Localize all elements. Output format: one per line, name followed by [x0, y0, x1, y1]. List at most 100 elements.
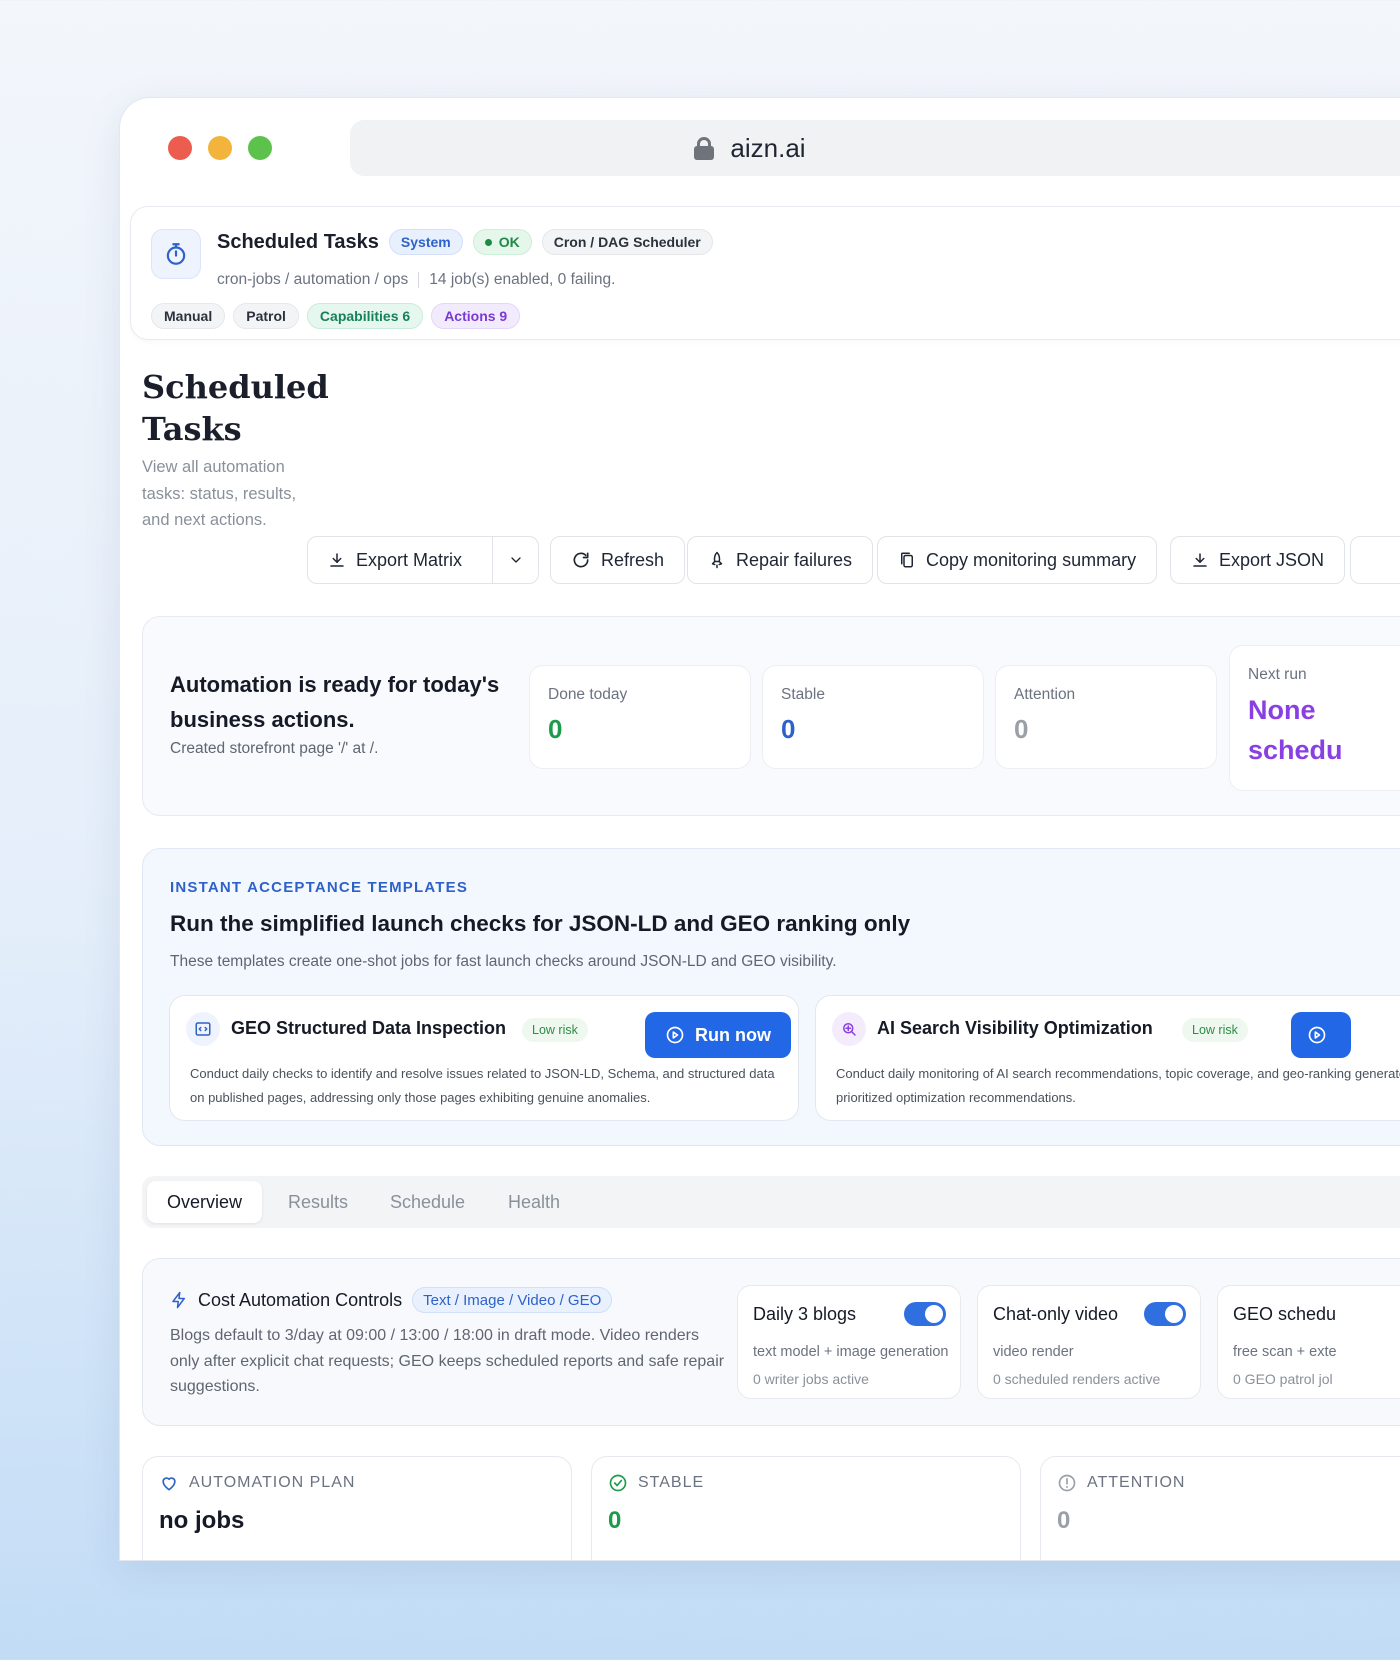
- address-bar[interactable]: aizn.ai: [350, 120, 1400, 176]
- control-card: Daily 3 blogs text model + image generat…: [737, 1285, 961, 1399]
- lock-icon: [694, 137, 715, 160]
- control-title: Daily 3 blogs: [753, 1304, 857, 1324]
- tab-health[interactable]: Health: [508, 1181, 560, 1223]
- done-today-value: 0: [548, 714, 563, 744]
- control-status: 0 GEO patrol jol: [1233, 1371, 1333, 1387]
- attention-summary-header: ATTENTION: [1057, 1473, 1185, 1493]
- status-dot-icon: [484, 238, 492, 246]
- control-card: Chat-only video video render 0 scheduled…: [977, 1285, 1201, 1399]
- template-name: AI Search Visibility Optimization: [877, 1018, 1153, 1038]
- done-today-card: Done today 0: [529, 665, 751, 769]
- run-now-button[interactable]: [1291, 1012, 1351, 1058]
- template-name: GEO Structured Data Inspection: [231, 1018, 507, 1038]
- url-text: aizn.ai: [730, 132, 806, 163]
- tag-manual[interactable]: Manual: [151, 303, 226, 329]
- tag-patrol[interactable]: Patrol: [233, 303, 299, 329]
- automation-plan-card: AUTOMATION PLAN no jobs: [142, 1456, 572, 1560]
- sparkle-search-icon: [832, 1012, 866, 1046]
- attention-label: Attention: [1014, 686, 1076, 703]
- template-description: Conduct daily checks to identify and res…: [190, 1066, 775, 1105]
- templates-subtext: These templates create one-shot jobs for…: [170, 953, 837, 970]
- stable-label: Stable: [781, 686, 825, 703]
- export-matrix-split-button: Export Matrix: [307, 536, 539, 584]
- next-run-value: None schedu: [1248, 695, 1343, 765]
- scheduler-badge: Cron / DAG Scheduler: [541, 229, 713, 255]
- download-icon: [1193, 553, 1207, 567]
- templates-title: Run the simplified launch checks for JSO…: [170, 911, 911, 936]
- stable-card: Stable 0: [762, 665, 984, 769]
- tag-actions[interactable]: Actions 9: [431, 303, 521, 329]
- module-title-row: Scheduled Tasks System OK Cron / DAG Sch…: [217, 229, 713, 255]
- instant-templates-panel: INSTANT ACCEPTANCE TEMPLATES Run the sim…: [142, 848, 1400, 1146]
- copy-icon: [901, 552, 913, 568]
- automation-plan-value: no jobs: [159, 1507, 245, 1534]
- refresh-icon: [573, 552, 589, 568]
- play-circle-icon: [1308, 1026, 1326, 1044]
- refresh-button[interactable]: Refresh: [550, 536, 686, 584]
- attention-value: 0: [1014, 714, 1029, 744]
- templates-eyebrow: INSTANT ACCEPTANCE TEMPLATES: [170, 879, 469, 896]
- download-icon: [330, 553, 344, 567]
- done-today-label: Done today: [548, 686, 628, 703]
- module-header-card: Scheduled Tasks System OK Cron / DAG Sch…: [130, 206, 1400, 340]
- control-detail: video render: [993, 1344, 1074, 1360]
- export-json-button[interactable]: Export JSON: [1170, 536, 1346, 584]
- close-window-button[interactable]: [168, 136, 192, 160]
- lightning-icon: [172, 1291, 185, 1309]
- run-now-button[interactable]: Run now: [645, 1012, 791, 1058]
- chevron-down-icon: [510, 557, 521, 563]
- stable-summary-value: 0: [608, 1507, 622, 1534]
- alert-circle-icon: [1058, 1474, 1076, 1492]
- template-description: Conduct daily monitoring of AI search re…: [836, 1066, 1400, 1105]
- attention-card: Attention 0: [995, 665, 1217, 769]
- repair-failures-button[interactable]: Repair failures: [687, 536, 874, 584]
- title-bar: aizn.ai: [120, 98, 1400, 198]
- tab-results[interactable]: Results: [288, 1181, 348, 1223]
- module-title: Scheduled Tasks: [217, 230, 379, 253]
- cost-header: Cost Automation Controls Text / Image / …: [170, 1287, 613, 1313]
- view-tabs: Overview Results Schedule Health: [142, 1176, 1400, 1228]
- control-toggle[interactable]: [904, 1302, 946, 1326]
- automation-status-panel: Automation is ready for today's business…: [142, 616, 1400, 816]
- control-detail: free scan + exte: [1233, 1344, 1337, 1360]
- heart-icon: [162, 1477, 176, 1491]
- tag-capabilities[interactable]: Capabilities 6: [306, 303, 424, 329]
- module-subtitle: cron-jobs / automation / ops 14 job(s) e…: [217, 271, 615, 289]
- stopwatch-icon: [151, 229, 201, 279]
- stable-summary-card: STABLE 0: [591, 1456, 1021, 1560]
- control-title: Chat-only video: [993, 1304, 1119, 1324]
- page-description: View all automation tasks: status, resul…: [142, 458, 297, 529]
- next-run-label: Next run: [1248, 666, 1307, 683]
- template-card: GEO Structured Data Inspection Low risk …: [169, 995, 799, 1121]
- next-run-card: Next run None schedu: [1229, 645, 1400, 791]
- status-subtext: Created storefront page '/' at /.: [170, 740, 379, 757]
- tab-overview[interactable]: Overview: [147, 1181, 263, 1223]
- page-title: Scheduled Tasks: [142, 368, 329, 448]
- cost-automation-panel: Cost Automation Controls Text / Image / …: [142, 1258, 1400, 1426]
- control-status: 0 scheduled renders active: [993, 1371, 1161, 1387]
- export-options-dropdown[interactable]: [493, 537, 538, 583]
- cost-description: Blogs default to 3/day at 09:00 / 13:00 …: [170, 1327, 725, 1395]
- minimize-window-button[interactable]: [208, 136, 232, 160]
- stable-summary-header: STABLE: [608, 1473, 704, 1493]
- maximize-window-button[interactable]: [248, 136, 272, 160]
- control-toggle[interactable]: [1144, 1302, 1186, 1326]
- template-card: AI Search Visibility Optimization Low ri…: [815, 995, 1400, 1121]
- module-path: cron-jobs / automation / ops: [217, 271, 409, 288]
- control-detail: text model + image generation: [753, 1344, 949, 1360]
- check-circle-icon: [609, 1474, 627, 1492]
- modes-badge: Text / Image / Video / GEO: [412, 1287, 613, 1313]
- risk-badge: Low risk: [522, 1018, 588, 1042]
- module-tags: Manual Patrol Capabilities 6 Actions 9: [151, 303, 521, 329]
- attention-summary-value: 0: [1057, 1507, 1071, 1534]
- system-badge: System: [388, 229, 463, 255]
- export-matrix-button[interactable]: Export Matrix: [308, 537, 493, 583]
- code-icon: [186, 1012, 220, 1046]
- tab-schedule[interactable]: Schedule: [390, 1181, 465, 1223]
- control-status: 0 writer jobs active: [753, 1371, 869, 1387]
- attention-summary-card: ATTENTION 0: [1040, 1456, 1400, 1560]
- control-title: GEO schedu: [1233, 1304, 1337, 1324]
- divider: [418, 272, 420, 288]
- copy-monitoring-summary-button[interactable]: Copy monitoring summary: [877, 536, 1158, 584]
- more-actions-button[interactable]: [1350, 536, 1400, 584]
